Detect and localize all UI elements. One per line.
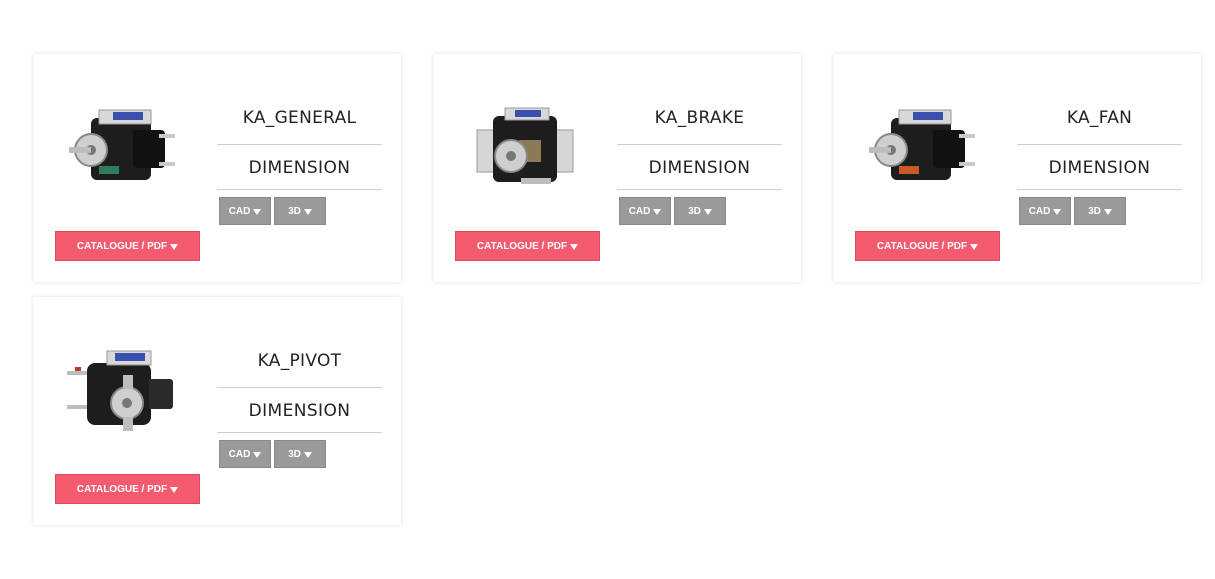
catalogue-label: CATALOGUE / PDF bbox=[76, 240, 168, 252]
3d-dropdown-button[interactable]: 3D bbox=[1074, 197, 1126, 225]
catalogue-label: CATALOGUE / PDF bbox=[876, 240, 968, 252]
cad-label: CAD bbox=[1028, 205, 1051, 217]
product-card-ka-pivot: KA_PIVOT DIMENSION CAD 3D CATALOGUE / PD… bbox=[33, 297, 401, 525]
caret-down-icon bbox=[170, 487, 179, 493]
cad-dropdown-button[interactable]: CAD bbox=[619, 197, 671, 225]
3d-dropdown-button[interactable]: 3D bbox=[274, 440, 326, 468]
product-info: KA_PIVOT DIMENSION bbox=[217, 341, 382, 433]
catalogue-pdf-dropdown-button[interactable]: CATALOGUE / PDF bbox=[455, 231, 600, 261]
product-name[interactable]: KA_PIVOT bbox=[217, 341, 382, 388]
caret-down-icon bbox=[170, 244, 179, 250]
file-buttons: CAD 3D bbox=[1019, 197, 1126, 225]
3d-dropdown-button[interactable]: 3D bbox=[274, 197, 326, 225]
caret-down-icon bbox=[570, 244, 579, 250]
file-buttons: CAD 3D bbox=[619, 197, 726, 225]
product-grid: KA_GENERAL DIMENSION CAD 3D CATALOGUE / … bbox=[0, 0, 1215, 579]
cad-label: CAD bbox=[228, 205, 251, 217]
product-info: KA_BRAKE DIMENSION bbox=[617, 98, 782, 190]
3d-label: 3D bbox=[688, 205, 701, 217]
cad-label: CAD bbox=[628, 205, 651, 217]
catalogue-label: CATALOGUE / PDF bbox=[476, 240, 568, 252]
product-info: KA_GENERAL DIMENSION bbox=[217, 98, 382, 190]
cad-label: CAD bbox=[228, 448, 251, 460]
catalogue-label: CATALOGUE / PDF bbox=[76, 483, 168, 495]
product-card-ka-fan: KA_FAN DIMENSION CAD 3D CATALOGUE / PDF bbox=[833, 54, 1201, 282]
caret-down-icon bbox=[970, 244, 979, 250]
product-name[interactable]: KA_BRAKE bbox=[617, 98, 782, 145]
dimension-link[interactable]: DIMENSION bbox=[217, 388, 382, 433]
caret-down-icon bbox=[303, 209, 312, 215]
3d-label: 3D bbox=[288, 205, 301, 217]
caret-down-icon bbox=[653, 209, 662, 215]
cad-dropdown-button[interactable]: CAD bbox=[219, 440, 271, 468]
product-name[interactable]: KA_FAN bbox=[1017, 98, 1182, 145]
motor-image[interactable] bbox=[863, 100, 987, 200]
file-buttons: CAD 3D bbox=[219, 197, 326, 225]
dimension-link[interactable]: DIMENSION bbox=[1017, 145, 1182, 190]
caret-down-icon bbox=[303, 452, 312, 458]
catalogue-pdf-dropdown-button[interactable]: CATALOGUE / PDF bbox=[55, 474, 200, 504]
product-info: KA_FAN DIMENSION bbox=[1017, 98, 1182, 190]
motor-image[interactable] bbox=[63, 343, 187, 443]
caret-down-icon bbox=[1053, 209, 1062, 215]
caret-down-icon bbox=[703, 209, 712, 215]
dimension-link[interactable]: DIMENSION bbox=[217, 145, 382, 190]
motor-icon bbox=[869, 109, 975, 180]
dimension-link[interactable]: DIMENSION bbox=[617, 145, 782, 190]
motor-icon bbox=[476, 107, 574, 184]
catalogue-pdf-dropdown-button[interactable]: CATALOGUE / PDF bbox=[55, 231, 200, 261]
product-card-ka-brake: KA_BRAKE DIMENSION CAD 3D CATALOGUE / PD… bbox=[433, 54, 801, 282]
product-name[interactable]: KA_GENERAL bbox=[217, 98, 382, 145]
motor-image[interactable] bbox=[63, 100, 187, 200]
cad-dropdown-button[interactable]: CAD bbox=[1019, 197, 1071, 225]
3d-label: 3D bbox=[1088, 205, 1101, 217]
motor-icon bbox=[67, 350, 173, 431]
3d-dropdown-button[interactable]: 3D bbox=[674, 197, 726, 225]
caret-down-icon bbox=[253, 452, 262, 458]
catalogue-pdf-dropdown-button[interactable]: CATALOGUE / PDF bbox=[855, 231, 1000, 261]
motor-icon bbox=[69, 109, 175, 180]
3d-label: 3D bbox=[288, 448, 301, 460]
product-card-ka-general: KA_GENERAL DIMENSION CAD 3D CATALOGUE / … bbox=[33, 54, 401, 282]
file-buttons: CAD 3D bbox=[219, 440, 326, 468]
caret-down-icon bbox=[253, 209, 262, 215]
motor-image[interactable] bbox=[463, 100, 587, 200]
cad-dropdown-button[interactable]: CAD bbox=[219, 197, 271, 225]
caret-down-icon bbox=[1103, 209, 1112, 215]
